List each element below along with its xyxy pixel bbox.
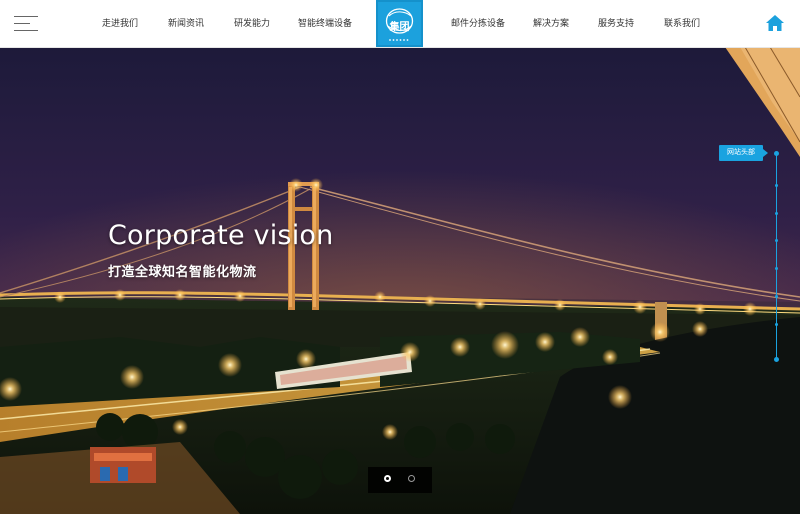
- nav-item-service[interactable]: 服务支持: [598, 16, 634, 29]
- nav-item-about[interactable]: 走进我们: [102, 16, 138, 29]
- site-logo[interactable]: 集团: [376, 0, 423, 47]
- nav-item-news[interactable]: 新闻资讯: [168, 16, 204, 29]
- section-nav-dot[interactable]: [774, 151, 779, 156]
- nav-item-rnd[interactable]: 研发能力: [234, 16, 270, 29]
- nav-item-mail-sorting[interactable]: 邮件分拣设备: [451, 16, 505, 29]
- night-bridge-photo: [0, 47, 800, 514]
- section-nav-dot[interactable]: [775, 184, 778, 187]
- slide-dot-1[interactable]: [384, 475, 391, 482]
- site-header: 走进我们 新闻资讯 研发能力 智能终端设备 集团 邮件分拣设备 解决方案 服务支…: [0, 0, 800, 48]
- section-nav-dot[interactable]: [775, 295, 778, 298]
- section-nav-dot[interactable]: [775, 267, 778, 270]
- hero-title: Corporate vision: [108, 220, 334, 251]
- slider-pagination: [368, 467, 432, 493]
- section-nav-dot[interactable]: [775, 212, 778, 215]
- hero-subtitle: 打造全球知名智能化物流: [108, 264, 257, 279]
- nav-item-smart-terminals[interactable]: 智能终端设备: [298, 16, 352, 29]
- section-nav-dot[interactable]: [775, 323, 778, 326]
- nav-item-solutions[interactable]: 解决方案: [533, 16, 569, 29]
- slide-dot-2[interactable]: [408, 475, 415, 482]
- section-nav-dot[interactable]: [775, 239, 778, 242]
- home-icon[interactable]: [765, 13, 785, 33]
- nav-item-contact[interactable]: 联系我们: [664, 16, 700, 29]
- logo-text: 集团: [389, 22, 410, 33]
- section-nav-tag[interactable]: 网站头部: [719, 145, 768, 161]
- menu-icon[interactable]: [14, 12, 40, 34]
- hero-banner: Corporate vision 打造全球知名智能化物流 网站头部: [0, 47, 800, 514]
- section-nav-dot[interactable]: [774, 357, 779, 362]
